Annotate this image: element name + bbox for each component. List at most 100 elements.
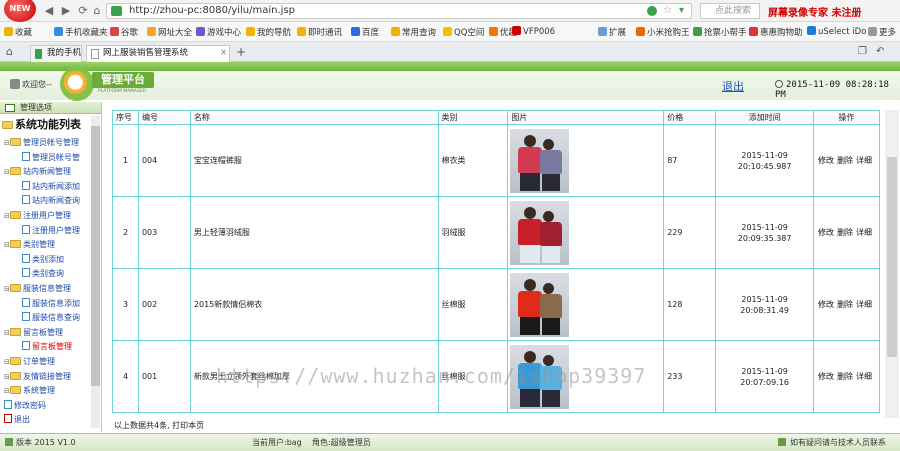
detail-link[interactable]: 详细 xyxy=(856,156,872,165)
logo-title: 管理平台 xyxy=(92,72,154,88)
table-header-row: 序号 编号 名称 类别 图片 价格 添加时间 操作 xyxy=(112,110,880,125)
bookmark-item[interactable]: 手机收藏夹 xyxy=(54,26,108,38)
delete-link[interactable]: 删除 xyxy=(837,156,853,165)
time-date: 2015-11-09 20:08:31.49 xyxy=(740,294,789,315)
bookmark-item[interactable]: uSelect iDo xyxy=(807,26,866,37)
edit-link[interactable]: 修改 xyxy=(818,372,834,381)
cell-code-text: 001 xyxy=(141,372,158,381)
bookmark-icon xyxy=(297,27,306,36)
bookmark-item[interactable]: 收藏 xyxy=(4,26,32,38)
bookmark-item[interactable]: QQ空间 xyxy=(443,26,484,38)
sidebar-link[interactable]: 服装信息添加 xyxy=(22,297,80,309)
page-edit-icon xyxy=(22,253,30,263)
edit-link[interactable]: 修改 xyxy=(818,300,834,309)
bookmark-item[interactable]: 小米抢购王 xyxy=(636,26,690,38)
version-icon xyxy=(5,438,13,446)
header-strip xyxy=(0,62,900,71)
sidebar-folder[interactable]: ⊟ 订单管理 xyxy=(4,356,55,367)
sidebar-folder[interactable]: ⊟ 类别管理 xyxy=(4,239,55,250)
main-scroll-thumb[interactable] xyxy=(887,157,897,357)
bookmark-item[interactable]: VFP006 xyxy=(512,26,555,37)
logout-link[interactable]: 退出 xyxy=(722,78,744,94)
cell-time: 2015-11-09 20:07:09.16 xyxy=(715,340,815,413)
bookmark-icon xyxy=(489,27,498,36)
address-bar[interactable]: http://zhou-pc:8080/yilu/main.jsp ☆ ▾ xyxy=(106,3,692,19)
sidebar-link[interactable]: 留言板管理 xyxy=(22,341,72,352)
star-icon[interactable]: ☆ xyxy=(663,6,672,16)
sidebar-folder[interactable]: ⊟ 管理员帐号管理 xyxy=(4,137,79,148)
cell-name-text: 男上轻薄羽绒服 xyxy=(193,228,250,237)
url-text: http://zhou-pc:8080/yilu/main.jsp xyxy=(129,5,296,16)
delete-link[interactable]: 删除 xyxy=(837,300,853,309)
detail-link[interactable]: 详细 xyxy=(856,372,872,381)
product-image[interactable] xyxy=(510,272,570,337)
browser-logo: NEW xyxy=(4,0,36,22)
detail-link[interactable]: 详细 xyxy=(856,228,872,237)
cell-price: 229 xyxy=(663,196,717,269)
undo-icon[interactable]: ↶ xyxy=(876,46,884,57)
bookmark-item[interactable]: 游戏中心 xyxy=(196,26,241,38)
sidebar-scroll-thumb[interactable] xyxy=(91,126,100,386)
sidebar-folder[interactable]: ⊟ 站内新闻管理 xyxy=(4,166,71,177)
bookmark-item[interactable]: 抢票小帮手 xyxy=(693,26,747,38)
sidebar-root[interactable]: 系统功能列表 xyxy=(2,116,81,132)
bookmark-item[interactable]: 网址大全 xyxy=(147,26,192,38)
tab-home-icon[interactable]: ⌂ xyxy=(6,45,13,59)
sidebar-folder[interactable]: ⊟ 友情链接管理 xyxy=(4,371,71,382)
sidebar-link[interactable]: 服装信息查询 xyxy=(22,312,80,323)
bookmark-item[interactable]: 惠惠购物助 xyxy=(749,26,803,38)
refresh-icon[interactable]: ⟳ xyxy=(76,4,90,18)
sidebar-item-label: 站内新闻管理 xyxy=(23,167,71,177)
bookmark-item[interactable]: 即时通讯 xyxy=(297,26,342,38)
bookmark-item[interactable]: 谷歌 xyxy=(110,26,138,38)
time-date: 2015-11-09 20:07:09.16 xyxy=(740,366,789,387)
bookmark-label: VFP006 xyxy=(523,27,556,37)
sidebar-link[interactable]: 站内新闻添加 xyxy=(22,180,80,192)
welcome-text: 欢迎您-- xyxy=(10,79,52,90)
sidebar-link[interactable]: 修改密码 xyxy=(4,399,46,411)
sidebar-link[interactable]: 管理员帐号管 xyxy=(22,151,80,163)
product-image[interactable] xyxy=(510,200,570,265)
secure-icon xyxy=(111,6,122,16)
sidebar-link[interactable]: 类别查询 xyxy=(22,268,64,279)
edit-link[interactable]: 修改 xyxy=(818,156,834,165)
detail-link[interactable]: 详细 xyxy=(856,300,872,309)
forward-icon[interactable]: ▶ xyxy=(59,4,73,18)
sidebar-link[interactable]: 站内新闻查询 xyxy=(22,195,80,206)
page-icon xyxy=(91,49,99,59)
search-box[interactable]: 点此搜索 xyxy=(700,3,760,19)
sidebar-link[interactable]: 注册用户管理 xyxy=(22,224,80,236)
bookmark-icon xyxy=(868,27,877,36)
page-edit-icon xyxy=(22,341,30,351)
bookmark-item[interactable]: 更多 xyxy=(868,26,896,38)
dropdown-icon[interactable]: ▾ xyxy=(679,5,684,17)
delete-link[interactable]: 删除 xyxy=(837,228,853,237)
sidebar-link[interactable]: 退出 xyxy=(4,414,30,425)
new-tab-icon[interactable]: + xyxy=(236,45,246,59)
sidebar-folder[interactable]: ⊟ 留言板管理 xyxy=(4,327,63,338)
product-image[interactable] xyxy=(510,128,570,193)
cell-code-text: 003 xyxy=(141,228,158,237)
bookmark-item[interactable]: 扩展 xyxy=(598,26,626,38)
col-picture: 图片 xyxy=(507,110,665,125)
home-icon[interactable]: ⌂ xyxy=(90,4,104,18)
cell-picture xyxy=(507,196,665,269)
sidebar-link[interactable]: 类别添加 xyxy=(22,253,64,265)
folder-icon xyxy=(10,371,21,380)
bookmark-item[interactable]: 常用查询 xyxy=(391,26,436,38)
close-tab-icon[interactable]: × xyxy=(220,46,227,61)
sidebar-item-label: 站内新闻查询 xyxy=(32,196,80,206)
edit-link[interactable]: 修改 xyxy=(818,228,834,237)
tab-main[interactable]: 网上服装销售管理系统 × xyxy=(86,45,230,62)
bookmark-item[interactable]: 我的导航 xyxy=(246,26,291,38)
folder-icon xyxy=(10,138,21,146)
tab-my-phone[interactable]: 我的手机 xyxy=(30,45,82,62)
bookmark-item[interactable]: 百度 xyxy=(351,26,379,38)
cell-time: 2015-11-09 20:08:31.49 xyxy=(715,268,815,341)
sidebar-folder[interactable]: ⊟ 系统管理 xyxy=(4,385,55,396)
back-icon[interactable]: ◀ xyxy=(42,4,56,18)
sidebar-folder[interactable]: ⊟ 服装信息管理 xyxy=(4,283,71,294)
delete-link[interactable]: 删除 xyxy=(837,372,853,381)
restore-icon[interactable]: ❐ xyxy=(858,46,867,57)
sidebar-folder[interactable]: ⊟ 注册用户管理 xyxy=(4,210,71,221)
